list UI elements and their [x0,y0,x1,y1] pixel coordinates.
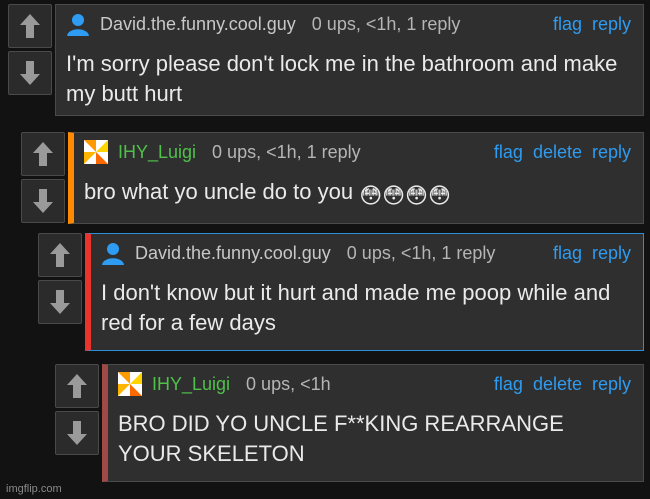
reply-link[interactable]: reply [592,142,631,163]
down-arrow-icon [50,290,70,314]
comment-3: David.the.funny.cool.guy 0 ups, <1h, 1 r… [38,233,644,351]
comment-actions: flag delete reply [494,142,631,163]
upvote-button[interactable] [55,364,99,408]
imgflip-watermark: imgflip.com [6,483,62,495]
downvote-button[interactable] [21,179,65,223]
upvote-button[interactable] [8,4,52,48]
username[interactable]: IHY_Luigi [152,374,230,395]
pinwheel-avatar-icon [84,140,108,164]
reply-link[interactable]: reply [592,243,631,264]
comment-meta: 0 ups, <1h, 1 reply [311,13,461,34]
vote-controls [38,233,84,324]
downvote-button[interactable] [38,280,82,324]
reply-link[interactable]: reply [592,14,631,35]
flag-link[interactable]: flag [494,142,523,163]
comment-header: IHY_Luigi 0 ups, <1h flag delete reply [118,372,631,396]
down-arrow-icon [33,189,53,213]
comment-box: David.the.funny.cool.guy 0 ups, <1h, 1 r… [85,233,644,351]
up-arrow-icon [50,243,70,267]
comment-4: IHY_Luigi 0 ups, <1h flag delete reply B… [55,364,644,482]
comment-text: I'm sorry please don't lock me in the ba… [66,51,618,106]
comment-meta: 0 ups, <1h [246,373,331,394]
comment-header: David.the.funny.cool.guy 0 ups, <1h, 1 r… [66,13,631,36]
username[interactable]: David.the.funny.cool.guy [135,243,331,264]
comment-text: I don't know but it hurt and made me poo… [101,280,611,335]
up-arrow-icon [33,142,53,166]
username[interactable]: IHY_Luigi [118,142,196,163]
comment-text: bro what yo uncle do to you 😳😳😳😳 [84,177,631,211]
downvote-button[interactable] [55,411,99,455]
user-avatar-icon [67,14,89,36]
delete-link[interactable]: delete [533,374,582,395]
comment-actions: flag reply [553,14,631,35]
comment-header: IHY_Luigi 0 ups, <1h, 1 reply flag delet… [84,140,631,164]
user-avatar-icon [102,243,124,265]
comment-header: David.the.funny.cool.guy 0 ups, <1h, 1 r… [101,242,631,265]
vote-controls [21,132,67,223]
flag-link[interactable]: flag [494,374,523,395]
flushed-face-emojis: 😳😳😳😳 [359,183,451,208]
downvote-button[interactable] [8,51,52,95]
comment-box: IHY_Luigi 0 ups, <1h flag delete reply B… [102,364,644,482]
comment-meta: 0 ups, <1h, 1 reply [212,141,361,162]
vote-controls [8,4,54,95]
down-arrow-icon [67,421,87,445]
flag-link[interactable]: flag [553,14,582,35]
down-arrow-icon [20,61,40,85]
upvote-button[interactable] [21,132,65,176]
upvote-button[interactable] [38,233,82,277]
pinwheel-avatar-icon [118,372,142,396]
up-arrow-icon [67,374,87,398]
delete-link[interactable]: delete [533,142,582,163]
comment-1: David.the.funny.cool.guy 0 ups, <1h, 1 r… [8,4,644,116]
comment-box: IHY_Luigi 0 ups, <1h, 1 reply flag delet… [68,132,644,224]
comment-actions: flag delete reply [494,374,631,395]
vote-controls [55,364,101,455]
username[interactable]: David.the.funny.cool.guy [100,14,296,35]
reply-link[interactable]: reply [592,374,631,395]
comment-meta: 0 ups, <1h, 1 reply [346,242,496,263]
comment-text-body: bro what yo uncle do to you [84,179,354,204]
comment-actions: flag reply [553,243,631,264]
comment-2: IHY_Luigi 0 ups, <1h, 1 reply flag delet… [21,132,644,224]
comment-text: BRO DID YO UNCLE F**KING REARRANGE YOUR … [118,411,564,466]
up-arrow-icon [20,14,40,38]
comment-box: David.the.funny.cool.guy 0 ups, <1h, 1 r… [55,4,644,116]
flag-link[interactable]: flag [553,243,582,264]
